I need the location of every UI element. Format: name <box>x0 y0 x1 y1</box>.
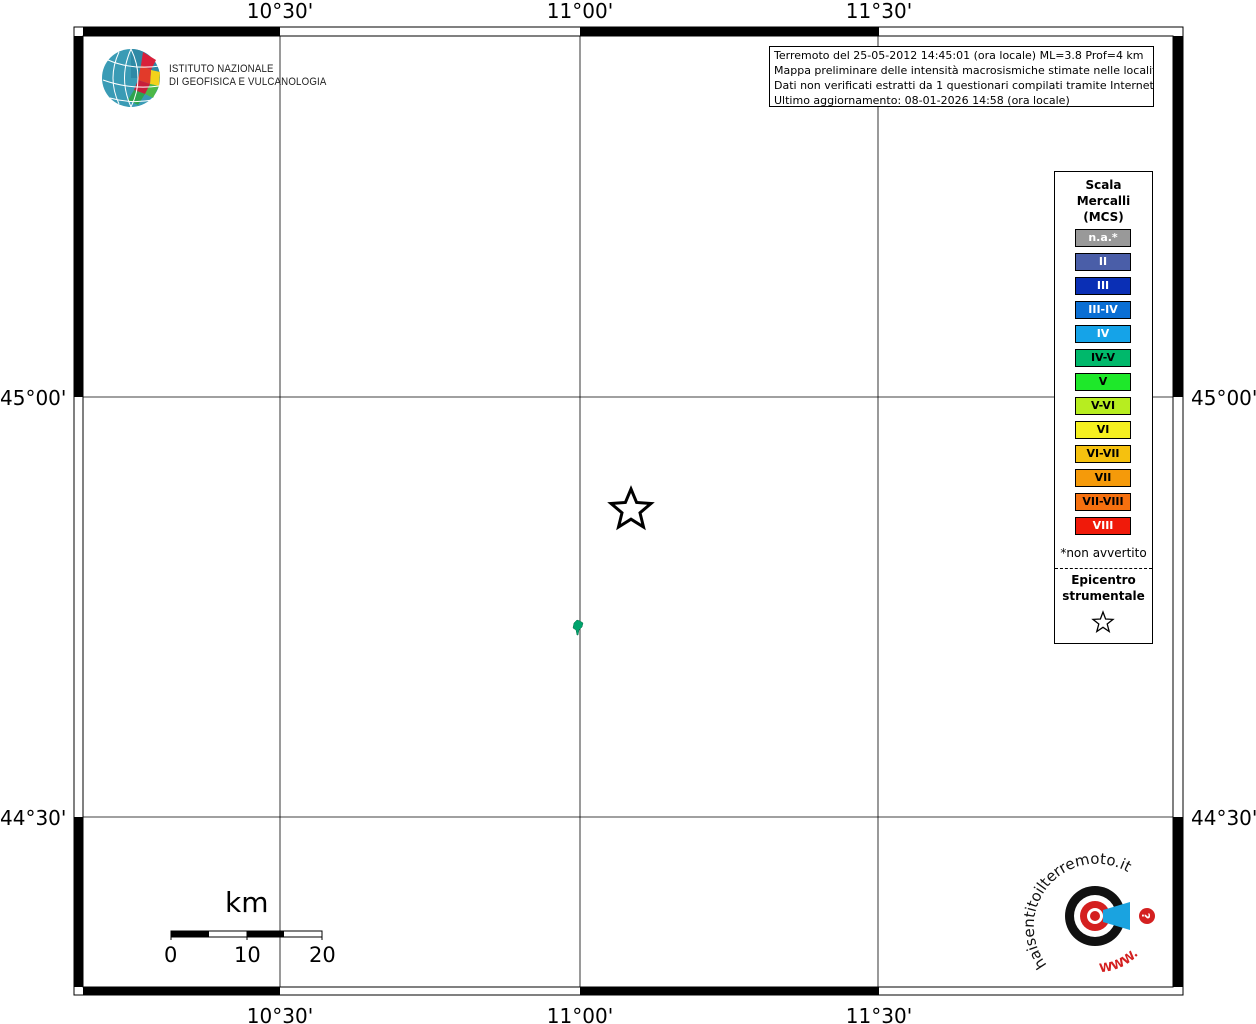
legend-item: VII-VIII <box>1075 493 1131 511</box>
legend-item: VII <box>1075 469 1131 487</box>
mcs-legend: Scala Mercalli (MCS) n.a.* II III III-IV IV I… <box>1054 171 1153 644</box>
event-info-box: Terremoto del 25-05-2012 14:45:01 (ora l… <box>769 46 1154 107</box>
frame-seg <box>1173 817 1183 987</box>
ingv-globe-logo <box>102 48 161 108</box>
frame-seg <box>1173 36 1183 397</box>
legend-items: n.a.* II III III-IV IV IV-V V V-VI VI VI-VII VII VI… <box>1075 229 1131 541</box>
legend-epicenter-label: Epicentro strumentale <box>1062 573 1145 603</box>
lat-tick-label: 44°30' <box>0 806 66 830</box>
lon-tick-label: 10°30' <box>247 0 313 23</box>
info-line-updated: Ultimo aggiornamento: 08-01-2026 14:58 (… <box>774 94 1070 107</box>
lon-tick-label: 11°00' <box>547 1004 613 1024</box>
lon-tick-label: 11°30' <box>846 0 912 23</box>
logo-line-2: DI GEOFISICA E VULCANOLOGIA <box>169 76 327 88</box>
frame-seg <box>580 27 879 36</box>
legend-note: *non avvertito <box>1060 546 1147 560</box>
legend-item: IV-V <box>1075 349 1131 367</box>
legend-item: VI <box>1075 421 1131 439</box>
scale-unit: km <box>225 886 269 919</box>
lat-tick-label: 45°00' <box>1191 386 1256 410</box>
legend-item: II <box>1075 253 1131 271</box>
legend-title: Scala Mercalli (MCS) <box>1076 178 1131 224</box>
legend-star-icon <box>1091 610 1115 634</box>
scale-label: 0 <box>164 943 178 967</box>
logo-line-1: ISTITUTO NAZIONALE <box>169 63 274 75</box>
frame-seg <box>83 27 280 36</box>
legend-item: III-IV <box>1075 301 1131 319</box>
legend-item: V <box>1075 373 1131 391</box>
frame-seg <box>83 987 280 995</box>
lat-tick-label: 45°00' <box>0 386 66 410</box>
legend-item: IV <box>1075 325 1131 343</box>
lon-tick-label: 11°00' <box>547 0 613 23</box>
legend-item: III <box>1075 277 1131 295</box>
scale-label: 20 <box>309 943 336 967</box>
scale-label: 10 <box>234 943 261 967</box>
svg-text:?: ? <box>1139 913 1152 919</box>
legend-item: n.a.* <box>1075 229 1131 247</box>
info-line-source: Dati non verificati estratti da 1 questi… <box>774 79 1154 92</box>
lon-tick-label: 11°30' <box>846 1004 912 1024</box>
legend-item: VIII <box>1075 517 1131 535</box>
frame-seg <box>74 817 83 987</box>
lat-tick-label: 44°30' <box>1191 806 1256 830</box>
frame-seg <box>74 36 83 397</box>
legend-item: VI-VII <box>1075 445 1131 463</box>
legend-item: V-VI <box>1075 397 1131 415</box>
ingv-logo-text: ISTITUTO NAZIONALE DI GEOFISICA E VULCAN… <box>169 63 327 89</box>
legend-divider <box>1055 568 1152 569</box>
info-line-event: Terremoto del 25-05-2012 14:45:01 (ora l… <box>774 49 1144 62</box>
info-line-description: Mappa preliminare delle intensità macros… <box>774 64 1154 77</box>
lon-tick-label: 10°30' <box>247 1004 313 1024</box>
frame-seg <box>580 987 879 995</box>
